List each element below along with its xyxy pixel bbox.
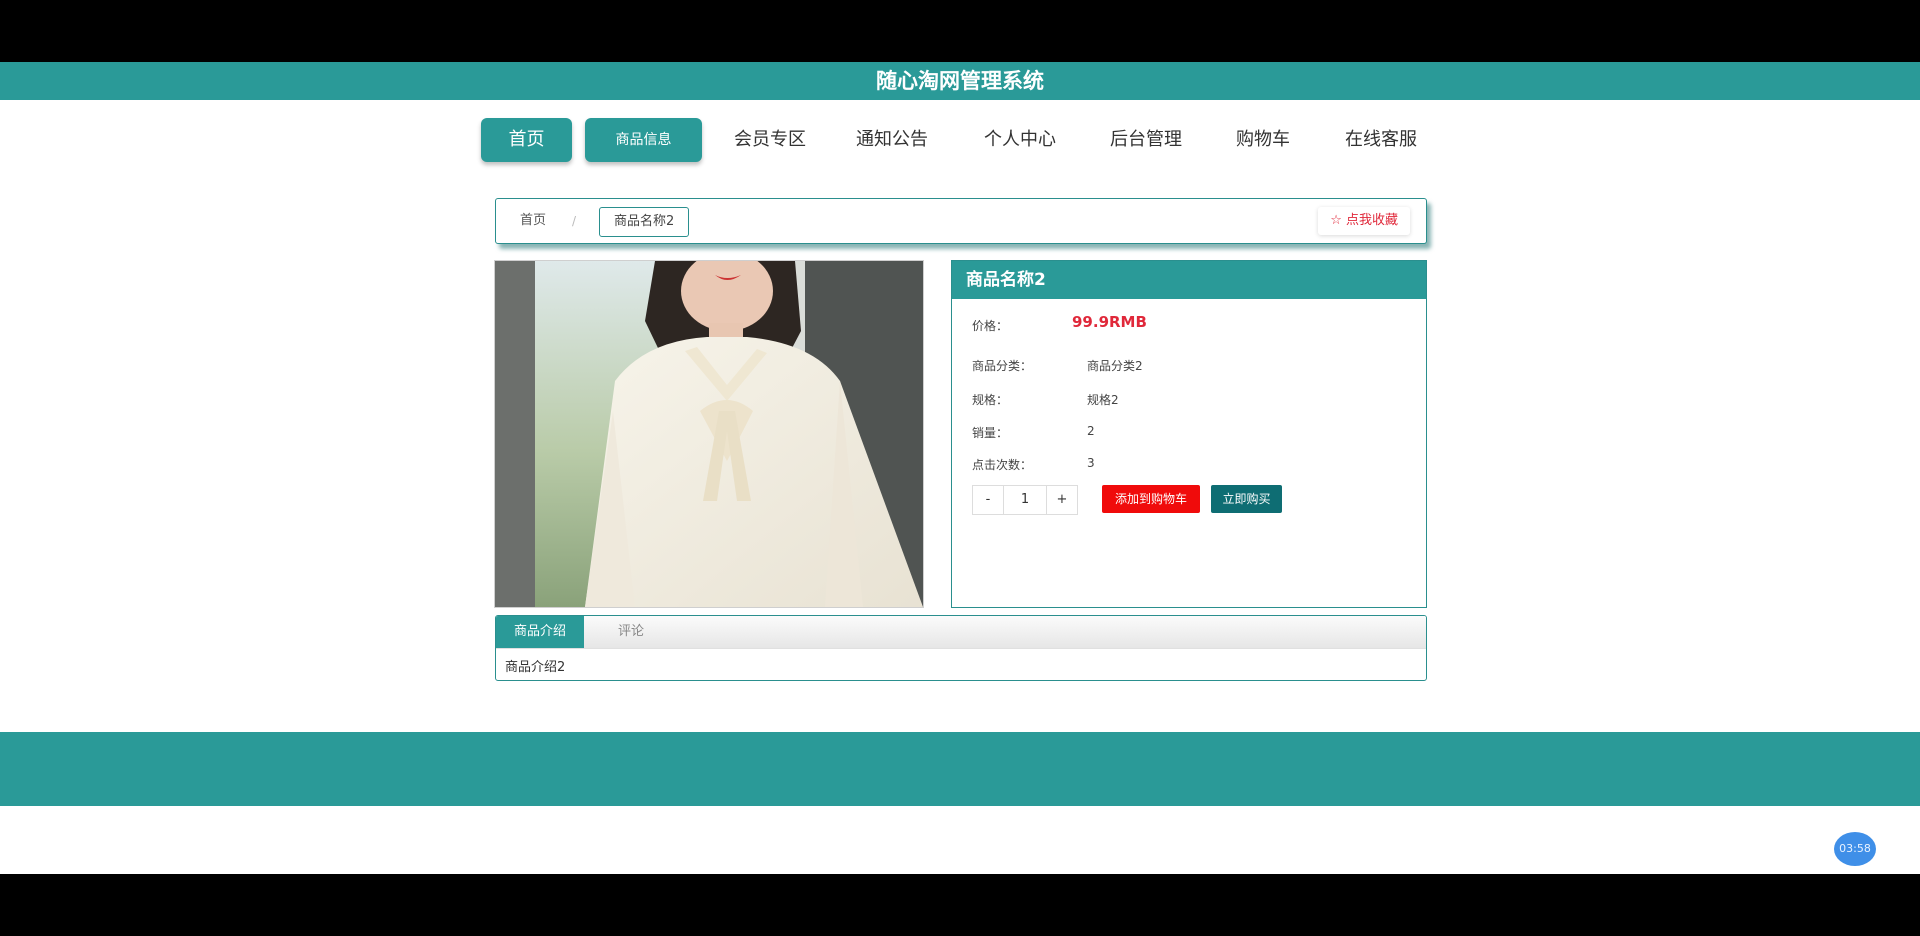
spec-label: 规格：	[972, 393, 1009, 407]
nav-item-notices[interactable]: 通知公告	[844, 118, 940, 162]
buy-now-button[interactable]: 立即购买	[1211, 485, 1282, 513]
product-detail-tabs: 商品介绍 评论 商品介绍2	[495, 615, 1427, 681]
nav-item-customer-service[interactable]: 在线客服	[1333, 118, 1429, 162]
quantity-stepper: - 1 +	[972, 485, 1078, 515]
nav-item-members[interactable]: 会员专区	[722, 118, 818, 162]
recording-timer: 03:58	[1834, 832, 1876, 866]
tab-comments[interactable]: 评论	[601, 616, 661, 648]
quantity-decrease-button[interactable]: -	[973, 486, 1003, 514]
breadcrumb: 首页 / 商品名称2 ☆ 点我收藏	[495, 198, 1427, 244]
breadcrumb-separator: /	[572, 214, 577, 228]
favorite-button[interactable]: ☆ 点我收藏	[1318, 207, 1410, 235]
price-label: 价格：	[972, 319, 1009, 333]
price-value: 99.9RMB	[1072, 313, 1147, 331]
nav-item-admin[interactable]: 后台管理	[1098, 118, 1194, 162]
clicks-label: 点击次数：	[972, 458, 1033, 472]
tab-product-intro[interactable]: 商品介绍	[496, 616, 584, 648]
quantity-increase-button[interactable]: +	[1047, 486, 1077, 514]
site-title: 随心淘网管理系统	[876, 69, 1044, 93]
product-name: 商品名称2	[952, 261, 1426, 299]
main-nav: 首页 商品信息 会员专区 通知公告 个人中心 后台管理 购物车 在线客服	[0, 118, 1920, 162]
product-image	[494, 260, 924, 608]
breadcrumb-home[interactable]: 首页	[520, 199, 546, 243]
product-photo	[495, 261, 923, 607]
nav-item-profile[interactable]: 个人中心	[972, 118, 1068, 162]
site-title-bar: 随心淘网管理系统	[0, 62, 1920, 100]
app-screen: 随心淘网管理系统 首页 商品信息 会员专区 通知公告 个人中心 后台管理 购物车…	[0, 62, 1920, 874]
category-value: 商品分类2	[1087, 359, 1143, 373]
sales-label: 销量：	[972, 426, 1009, 440]
product-info-panel: 商品名称2 价格： 99.9RMB 商品分类： 商品分类2 规格： 规格2 销量…	[951, 260, 1427, 608]
category-label: 商品分类：	[972, 359, 1033, 373]
nav-item-cart[interactable]: 购物车	[1215, 118, 1311, 162]
tabs-header: 商品介绍 评论	[496, 616, 1426, 649]
sales-value: 2	[1087, 424, 1095, 438]
page-footer	[0, 732, 1920, 806]
nav-item-products[interactable]: 商品信息	[585, 118, 702, 162]
add-to-cart-button[interactable]: 添加到购物车	[1102, 485, 1200, 513]
clicks-value: 3	[1087, 456, 1095, 470]
breadcrumb-current: 商品名称2	[599, 207, 690, 237]
quantity-input[interactable]: 1	[1003, 486, 1047, 514]
nav-item-home[interactable]: 首页	[481, 118, 572, 162]
tab-content: 商品介绍2	[505, 660, 566, 675]
spec-value: 规格2	[1087, 393, 1119, 407]
